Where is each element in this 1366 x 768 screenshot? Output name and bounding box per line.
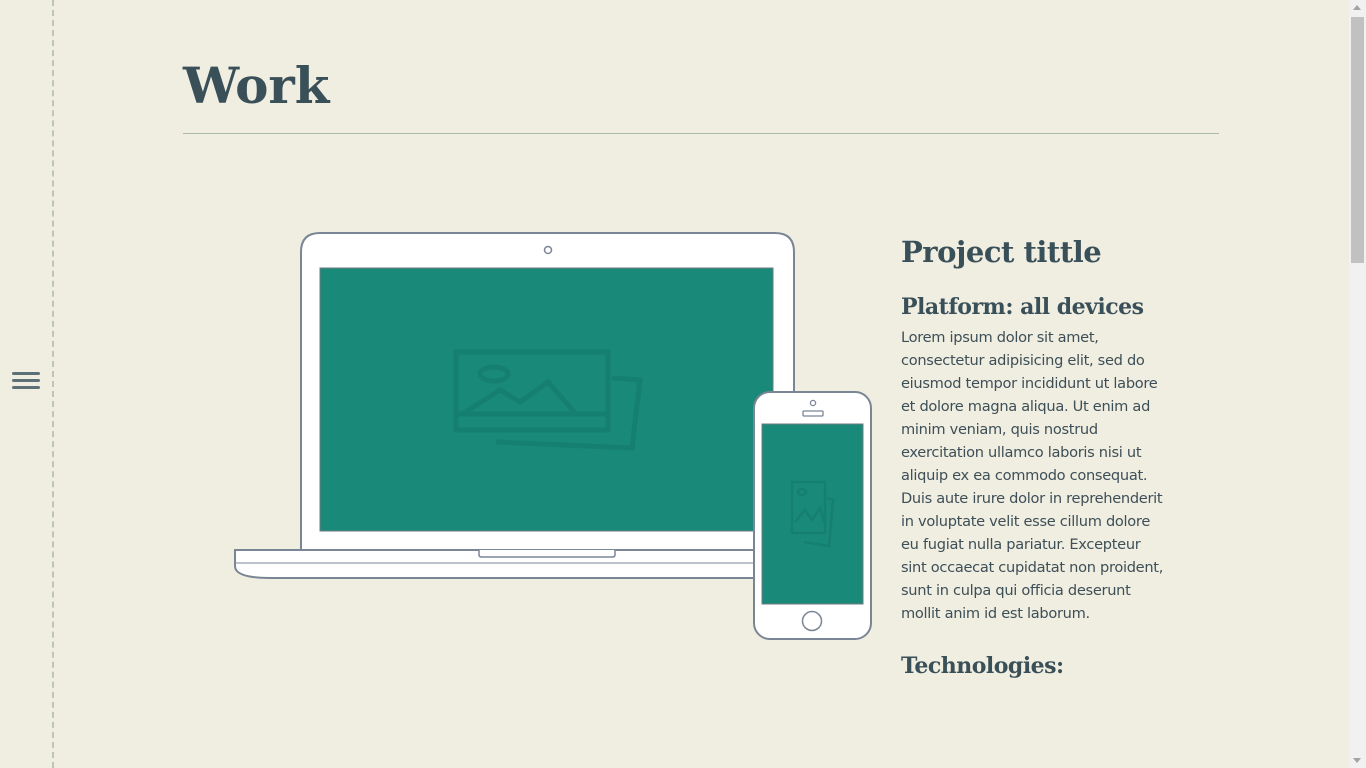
menu-bar — [12, 372, 40, 375]
project-details: Project tittle Platform: all devices Lor… — [901, 230, 1171, 683]
side-rail-divider — [52, 0, 54, 768]
page-title: Work — [183, 56, 330, 115]
menu-bar — [12, 386, 40, 389]
scroll-down-arrow-icon[interactable] — [1353, 758, 1361, 763]
technologies-heading: Technologies: — [901, 653, 1064, 679]
scrollbar-thumb[interactable] — [1351, 17, 1364, 263]
vertical-scrollbar[interactable] — [1349, 0, 1366, 768]
platform-heading: Platform: all devices — [901, 294, 1144, 320]
work-page: Work Project tittle Platform: all device… — [0, 0, 1366, 768]
phone-icon — [753, 391, 872, 640]
menu-bar — [12, 379, 40, 382]
hamburger-menu-icon[interactable] — [12, 370, 40, 392]
scroll-up-arrow-icon[interactable] — [1353, 5, 1361, 10]
project-description: Lorem ipsum dolor sit amet, consectetur … — [901, 329, 1164, 622]
project-title: Project tittle — [901, 235, 1102, 269]
title-divider — [183, 133, 1219, 134]
devices-illustration — [234, 232, 872, 640]
